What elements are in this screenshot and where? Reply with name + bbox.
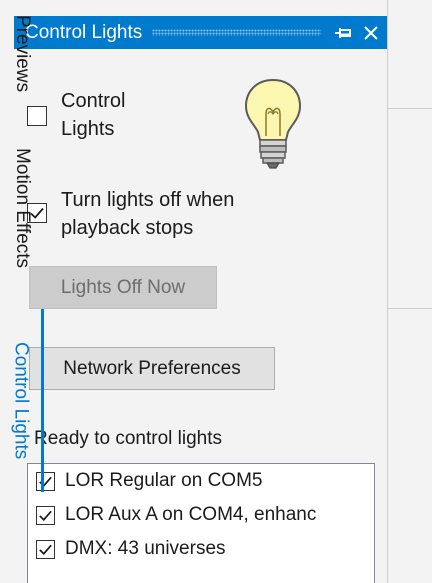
list-item[interactable]: LOR Aux A on COM4, enhanc — [28, 498, 374, 532]
control-lights-label-line2: Lights — [61, 118, 115, 140]
panel-titlebar[interactable]: Control Lights — [14, 16, 387, 49]
tab-divider — [388, 108, 432, 109]
lightbulb-icon — [238, 74, 308, 174]
tab-divider — [388, 308, 432, 309]
tab-motion-effects[interactable]: Motion Effects — [0, 109, 44, 308]
close-icon[interactable] — [359, 21, 383, 45]
status-text: Ready to control lights — [34, 428, 222, 449]
tab-control-lights[interactable]: Control Lights — [0, 309, 44, 492]
control-lights-label: Control Lights — [61, 87, 125, 143]
list-item-checkbox[interactable] — [36, 539, 55, 559]
list-item-label: LOR Regular on COM5 — [65, 470, 263, 491]
list-item-checkbox[interactable] — [36, 505, 55, 525]
turn-off-label-line1: Turn lights off when — [61, 189, 235, 211]
tab-previews[interactable]: Previews — [0, 0, 44, 108]
list-item-label: LOR Aux A on COM4, enhanc — [65, 504, 317, 525]
network-list[interactable]: LOR Regular on COM5 LOR Aux A on COM4, e… — [27, 463, 375, 583]
network-preferences-button[interactable]: Network Preferences — [29, 347, 275, 390]
lights-off-now-button[interactable]: Lights Off Now — [29, 266, 217, 309]
checkmark-icon — [39, 510, 52, 521]
turn-off-label-line2: playback stops — [61, 217, 194, 239]
control-lights-label-line1: Control — [61, 90, 126, 112]
list-item-label: DMX: 43 universes — [65, 538, 226, 559]
list-item[interactable]: DMX: 43 universes — [28, 532, 374, 566]
tab-motion-effects-label: Motion Effects — [12, 148, 33, 269]
side-tab-strip — [388, 0, 432, 583]
turn-off-label: Turn lights off when playback stops — [61, 186, 234, 242]
turn-off-option[interactable]: Turn lights off when playback stops — [27, 186, 234, 242]
pin-icon[interactable] — [331, 21, 355, 45]
titlebar-grip[interactable] — [152, 29, 321, 36]
checkmark-icon — [39, 544, 52, 555]
tab-previews-label: Previews — [12, 15, 33, 93]
list-item[interactable]: LOR Regular on COM5 — [28, 464, 374, 498]
control-lights-panel: Control Lights Control Lights Turn light… — [0, 0, 388, 583]
tab-control-lights-label: Control Lights — [10, 341, 32, 460]
